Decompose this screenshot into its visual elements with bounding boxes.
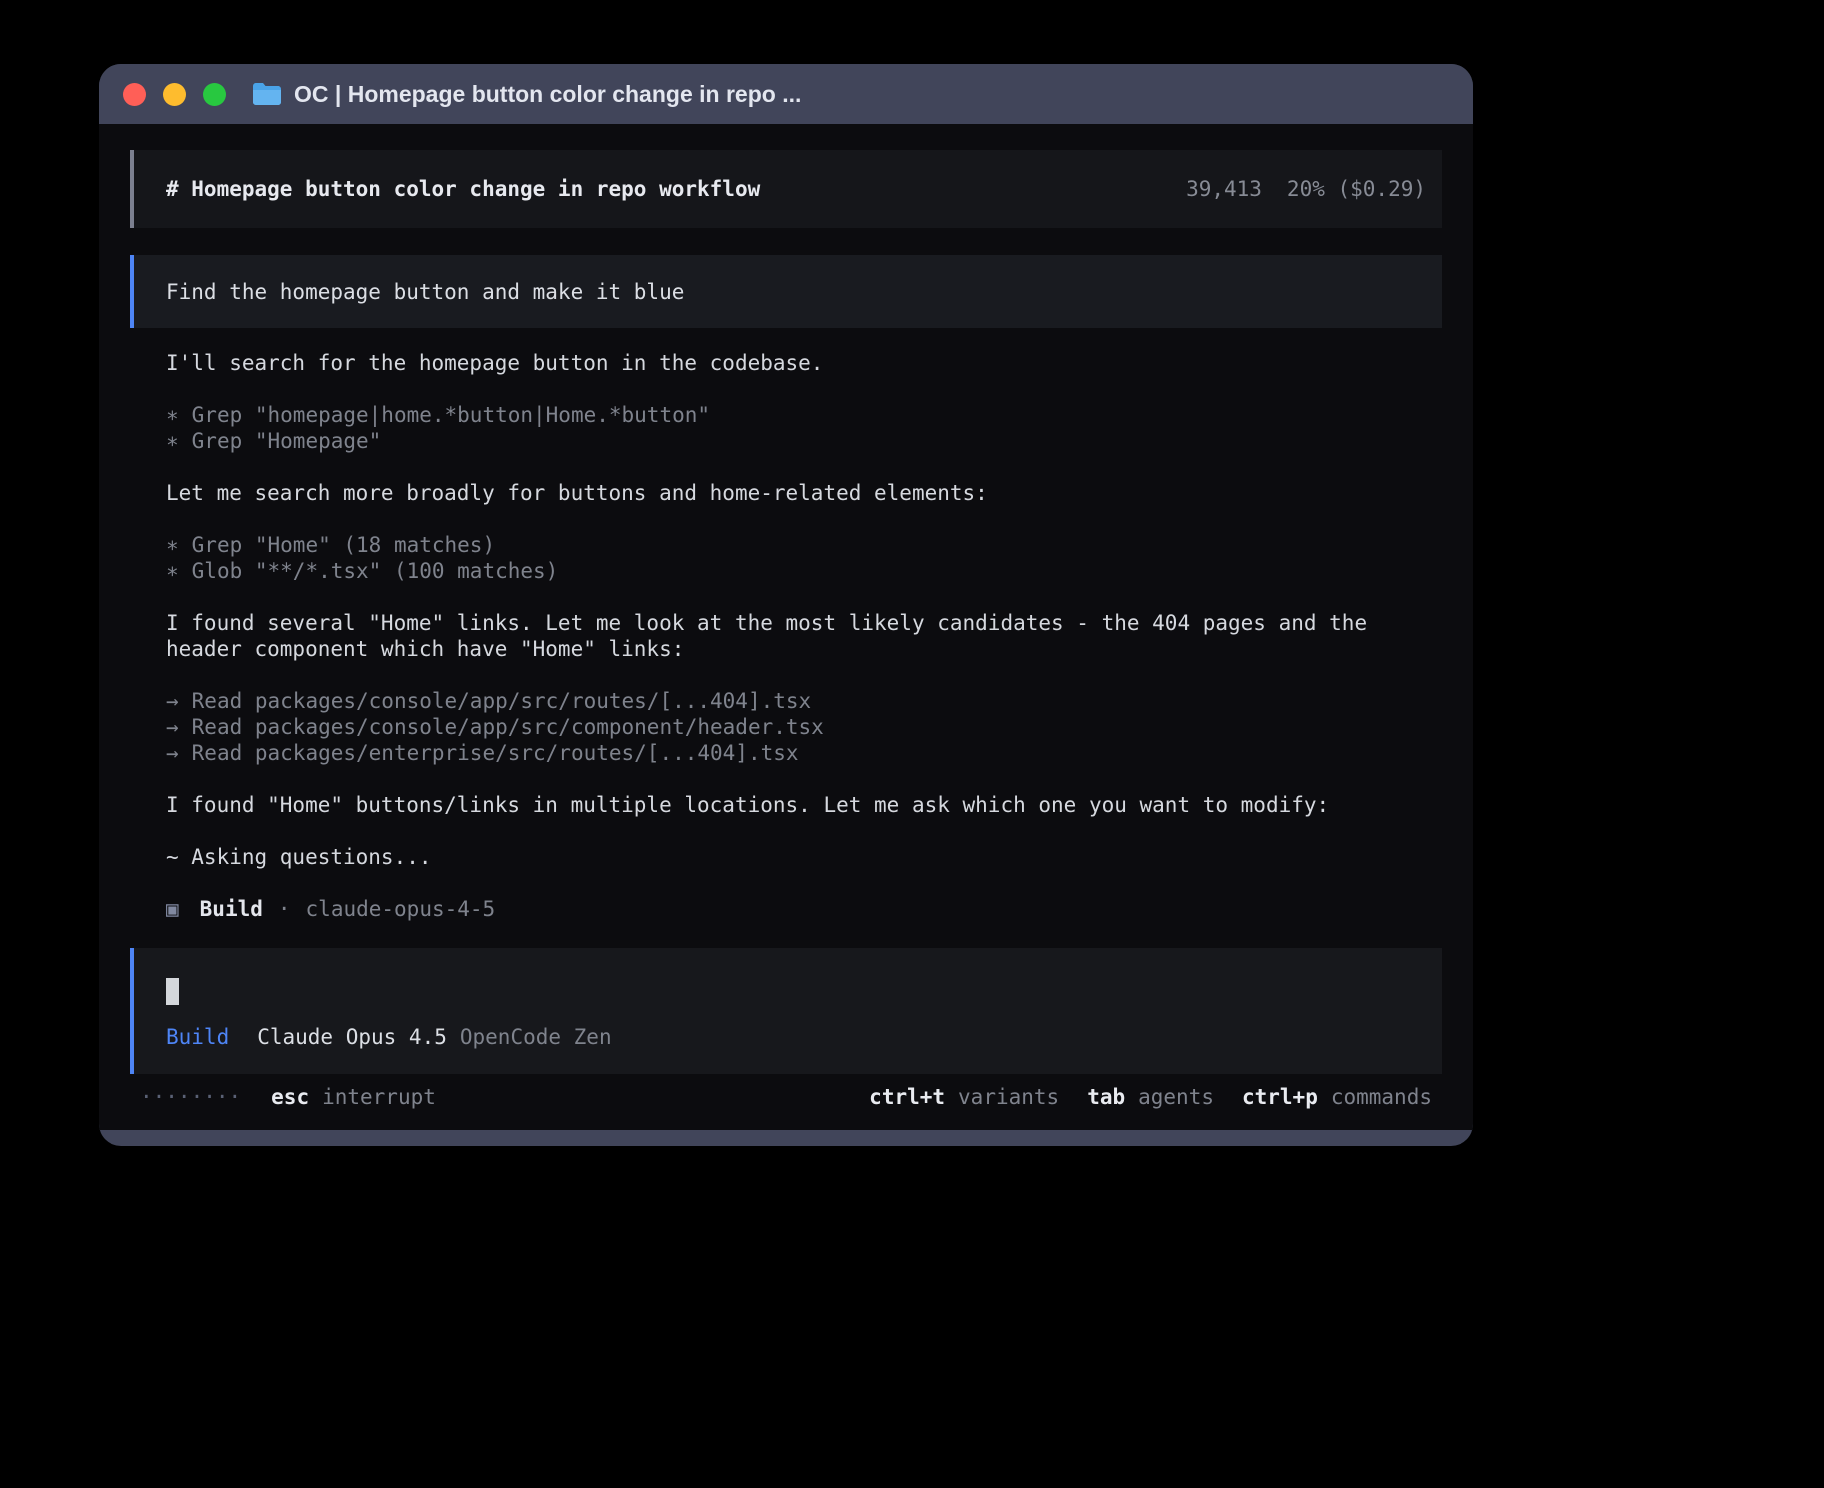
- shortcut-key: tab: [1087, 1085, 1125, 1109]
- shortcut-variants: ctrl+t variants: [869, 1084, 1059, 1110]
- shortcut-key: ctrl+p: [1242, 1085, 1318, 1109]
- tool-marker-icon: ∗: [166, 428, 179, 454]
- shortcut-agents: tab agents: [1087, 1084, 1214, 1110]
- prompt-footer: Build Claude Opus 4.5 OpenCode Zen: [166, 1024, 1410, 1050]
- esc-label: interrupt: [322, 1085, 436, 1109]
- agent-square-icon: ▣: [166, 897, 179, 921]
- tool-call-row: ∗ Glob "**/*.tsx" (100 matches): [166, 558, 1440, 584]
- context-usage: 20% ($0.29): [1287, 176, 1426, 202]
- esc-hint: esc interrupt: [271, 1084, 436, 1110]
- tool-marker-icon: ∗: [166, 558, 179, 584]
- agent-model: claude-opus-4-5: [306, 897, 496, 921]
- tool-label: Grep "Home" (18 matches): [192, 533, 495, 557]
- tool-label: Read packages/enterprise/src/routes/[...…: [192, 741, 799, 765]
- assistant-paragraph: I'll search for the homepage button in t…: [166, 350, 1440, 376]
- user-message: Find the homepage button and make it blu…: [130, 255, 1442, 328]
- tool-label: Read packages/console/app/src/routes/[..…: [192, 689, 812, 713]
- terminal-content: # Homepage button color change in repo w…: [99, 124, 1473, 1130]
- spinner-dots-icon: ········: [140, 1084, 241, 1110]
- agent-line: ▣ Build · claude-opus-4-5: [166, 896, 1440, 922]
- zoom-button[interactable]: [203, 83, 226, 106]
- close-button[interactable]: [123, 83, 146, 106]
- esc-key: esc: [271, 1085, 309, 1109]
- user-message-text: Find the homepage button and make it blu…: [166, 279, 684, 305]
- shortcut-label: variants: [958, 1085, 1059, 1109]
- folder-icon: [252, 82, 282, 106]
- tool-marker-icon: ∗: [166, 532, 179, 558]
- assistant-paragraph: I found "Home" buttons/links in multiple…: [166, 792, 1440, 818]
- tool-call-row: ∗ Grep "Home" (18 matches): [166, 532, 1440, 558]
- shortcut-key: ctrl+t: [869, 1085, 945, 1109]
- mode-label[interactable]: Build: [166, 1025, 229, 1049]
- assistant-paragraph: Let me search more broadly for buttons a…: [166, 480, 1440, 506]
- tool-label: Read packages/console/app/src/component/…: [192, 715, 824, 739]
- tool-label: Grep "homepage|home.*button|Home.*button…: [192, 403, 710, 427]
- tool-call-row: → Read packages/console/app/src/routes/[.…: [166, 688, 1440, 714]
- tool-call-row: ∗ Grep "homepage|home.*button|Home.*butto…: [166, 402, 1440, 428]
- token-count: 39,413: [1186, 176, 1262, 202]
- agent-name: Build: [200, 897, 263, 921]
- traffic-lights: [123, 83, 226, 106]
- minimize-button[interactable]: [163, 83, 186, 106]
- session-header: # Homepage button color change in repo w…: [130, 150, 1442, 228]
- assistant-paragraph: I found several "Home" links. Let me loo…: [166, 610, 1440, 662]
- shortcut-commands: ctrl+p commands: [1242, 1084, 1432, 1110]
- tool-label: Grep "Homepage": [192, 429, 382, 453]
- titlebar-title-group: OC | Homepage button color change in rep…: [252, 81, 801, 108]
- tool-call-row: ∗ Grep "Homepage": [166, 428, 1440, 454]
- model-label: Claude Opus 4.5: [257, 1025, 447, 1049]
- shortcut-label: agents: [1138, 1085, 1214, 1109]
- session-stats: 39,413 20% ($0.29): [1186, 176, 1426, 202]
- window-title: OC | Homepage button color change in rep…: [294, 81, 801, 108]
- statusbar-right: ctrl+t variants tab agents ctrl+p commands: [869, 1084, 1432, 1110]
- tool-marker-icon: ∗: [166, 402, 179, 428]
- asking-status: ~ Asking questions...: [166, 844, 1440, 870]
- terminal-window: OC | Homepage button color change in rep…: [99, 64, 1473, 1146]
- shortcut-label: commands: [1331, 1085, 1432, 1109]
- titlebar: OC | Homepage button color change in rep…: [99, 64, 1473, 124]
- text-cursor: [166, 978, 179, 1005]
- tool-call-row: → Read packages/enterprise/src/routes/[..…: [166, 740, 1440, 766]
- tool-call-row: → Read packages/console/app/src/component…: [166, 714, 1440, 740]
- conversation: I'll search for the homepage button in t…: [130, 350, 1442, 922]
- separator-dot: ·: [278, 897, 291, 921]
- statusbar-left: ········ esc interrupt: [140, 1084, 436, 1110]
- session-title: # Homepage button color change in repo w…: [166, 176, 760, 202]
- read-arrow-icon: →: [166, 688, 179, 714]
- prompt-input[interactable]: Build Claude Opus 4.5 OpenCode Zen: [130, 948, 1442, 1074]
- tool-label: Glob "**/*.tsx" (100 matches): [192, 559, 559, 583]
- provider-label: OpenCode Zen: [460, 1025, 612, 1049]
- read-arrow-icon: →: [166, 740, 179, 766]
- read-arrow-icon: →: [166, 714, 179, 740]
- status-bar: ········ esc interrupt ctrl+t variants tab…: [130, 1084, 1442, 1110]
